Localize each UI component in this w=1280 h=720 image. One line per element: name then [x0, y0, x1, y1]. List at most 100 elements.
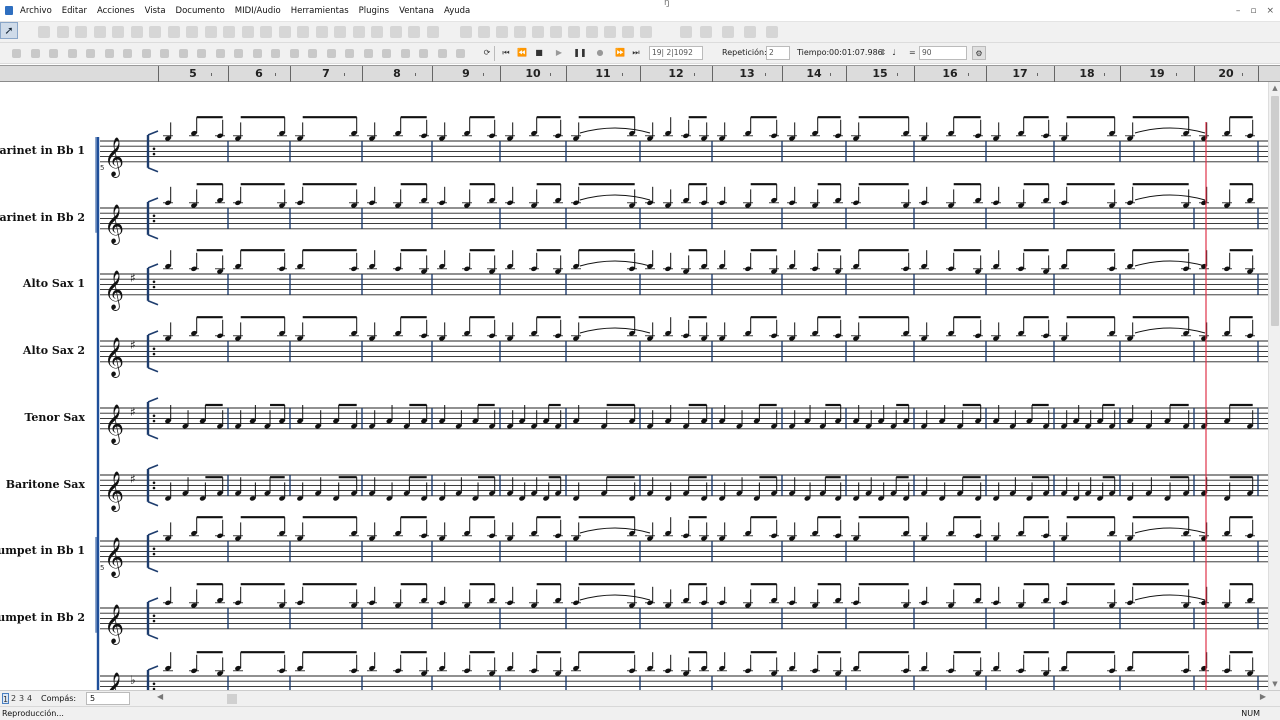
page-tab-1[interactable]: 1	[2, 693, 9, 704]
settings-gear-icon[interactable]: ⚙	[972, 46, 986, 60]
ruler-measure-number[interactable]: 16	[942, 67, 957, 80]
toolbar-tool-icon[interactable]	[105, 49, 114, 58]
position-field[interactable]: 19| 2|1092	[649, 46, 703, 60]
toolbar-tool-icon[interactable]	[131, 26, 143, 38]
scroll-down-icon[interactable]: ▼	[1271, 680, 1279, 688]
menu-midi-audio[interactable]: MIDI/Audio	[235, 0, 281, 23]
stop-icon[interactable]: ■	[532, 46, 546, 60]
toolbar-tool-icon[interactable]	[438, 49, 447, 58]
toolbar-tool-icon[interactable]	[427, 26, 439, 38]
toolbar-tool-icon[interactable]	[456, 49, 465, 58]
toolbar-tool-icon[interactable]	[550, 26, 562, 38]
page-tab-2[interactable]: 2	[10, 693, 17, 704]
toolbar-tool-icon[interactable]	[123, 49, 132, 58]
ruler-measure-number[interactable]: 6	[255, 67, 263, 80]
toolbar-tool-icon[interactable]	[260, 26, 272, 38]
ruler-measure-number[interactable]: 17	[1012, 67, 1027, 80]
menu-archivo[interactable]: Archivo	[20, 0, 52, 23]
go-end-icon[interactable]: ⏭	[629, 46, 643, 60]
ruler-measure-number[interactable]: 19	[1149, 67, 1164, 80]
rewind-icon[interactable]: ⏪	[515, 46, 529, 60]
toolbar-tool-icon[interactable]	[112, 26, 124, 38]
horizontal-scroll-thumb[interactable]	[227, 694, 237, 704]
play-icon[interactable]: ▶	[552, 46, 566, 60]
toolbar-tool-icon[interactable]	[640, 26, 652, 38]
go-start-icon[interactable]: ⏮	[499, 46, 513, 60]
toolbar-tool-icon[interactable]	[604, 26, 616, 38]
repeat-field[interactable]: 2	[766, 46, 790, 60]
toolbar-tool-icon[interactable]	[622, 26, 634, 38]
toolbar-tool-icon[interactable]	[316, 26, 328, 38]
instrument-label[interactable]: Trumpet in Bb 2	[0, 611, 85, 624]
menu-plugins[interactable]: Plugins	[359, 0, 389, 23]
toolbar-tool-icon[interactable]	[94, 26, 106, 38]
toolbar-tool-icon[interactable]	[722, 26, 734, 38]
scroll-left-icon[interactable]: ◀	[157, 692, 163, 701]
ruler-measure-number[interactable]: 7	[322, 67, 330, 80]
toolbar-tool-icon[interactable]	[242, 26, 254, 38]
toolbar-tool-icon[interactable]	[68, 49, 77, 58]
instrument-label[interactable]: Tenor Sax	[24, 411, 85, 424]
horizontal-scrollbar[interactable]: ◀ ▶	[155, 692, 1268, 705]
minimize-button[interactable]: –	[1236, 6, 1241, 16]
instrument-label[interactable]: Baritone Sax	[6, 478, 85, 491]
toolbar-tool-icon[interactable]	[75, 26, 87, 38]
toolbar-tool-icon[interactable]	[401, 49, 410, 58]
page-tab-3[interactable]: 3	[18, 693, 25, 704]
toolbar-tool-icon[interactable]	[142, 49, 151, 58]
toolbar-tool-icon[interactable]	[408, 26, 420, 38]
toolbar-tool-icon[interactable]	[327, 49, 336, 58]
toolbar-tool-icon[interactable]	[308, 49, 317, 58]
toolbar-tool-icon[interactable]	[460, 26, 472, 38]
toolbar-tool-icon[interactable]	[223, 26, 235, 38]
measure-field[interactable]: 5	[86, 692, 130, 705]
toolbar-tool-icon[interactable]	[568, 26, 580, 38]
toolbar-tool-icon[interactable]	[390, 26, 402, 38]
toolbar-tool-icon[interactable]	[271, 49, 280, 58]
ruler-measure-number[interactable]: 5	[189, 67, 197, 80]
menu-editar[interactable]: Editar	[62, 0, 87, 23]
page-tab-4[interactable]: 4	[26, 693, 33, 704]
bpm-field[interactable]: 90	[919, 46, 967, 60]
ruler-measure-number[interactable]: 20	[1218, 67, 1233, 80]
toolbar-tool-icon[interactable]	[364, 49, 373, 58]
instrument-label[interactable]: Clarinet in Bb 1	[0, 144, 85, 157]
toolbar-tool-icon[interactable]	[744, 26, 756, 38]
ruler-measure-number[interactable]: 15	[872, 67, 887, 80]
instrument-label[interactable]: Trumpet in Bb 1	[0, 544, 85, 557]
toolbar-tool-icon[interactable]	[345, 49, 354, 58]
ruler-measure-number[interactable]: 10	[525, 67, 540, 80]
toolbar-tool-icon[interactable]	[12, 49, 21, 58]
toolbar-tool-icon[interactable]	[700, 26, 712, 38]
toolbar-tool-icon[interactable]	[334, 26, 346, 38]
select-arrow-icon[interactable]: ➚	[0, 22, 18, 39]
toolbar-tool-icon[interactable]	[297, 26, 309, 38]
menu-ayuda[interactable]: Ayuda	[444, 0, 470, 23]
toolbar-tool-icon[interactable]	[234, 49, 243, 58]
close-button[interactable]: ×	[1266, 6, 1274, 16]
toolbar-tool-icon[interactable]	[38, 26, 50, 38]
instrument-label[interactable]: Alto Sax 2	[23, 344, 85, 357]
toolbar-tool-icon[interactable]	[57, 26, 69, 38]
toolbar-tool-icon[interactable]	[478, 26, 490, 38]
menu-herramientas[interactable]: Herramientas	[291, 0, 349, 23]
vertical-scrollbar[interactable]: ▲ ▼	[1268, 82, 1280, 690]
ruler-measure-number[interactable]: 13	[739, 67, 754, 80]
toolbar-tool-icon[interactable]	[49, 49, 58, 58]
menu-vista[interactable]: Vista	[145, 0, 166, 23]
ruler-measure-number[interactable]: 14	[806, 67, 821, 80]
score-area[interactable]: 𝄞 𝄞 𝄞 ♯ 𝄞 ♯ 𝄞 ♯ 𝄞 ♯ 𝄞 𝄞 𝄞 ♭ Clarinet in Bb 1 Clarinet …	[0, 82, 1268, 690]
toolbar-tool-icon[interactable]	[766, 26, 778, 38]
loop-icon[interactable]: ⟳	[480, 46, 494, 60]
vertical-scroll-thumb[interactable]	[1271, 96, 1279, 326]
app-icon[interactable]	[5, 6, 13, 15]
toolbar-tool-icon[interactable]	[586, 26, 598, 38]
scroll-up-icon[interactable]: ▲	[1271, 84, 1279, 92]
pause-icon[interactable]: ❚❚	[573, 46, 587, 60]
toolbar-tool-icon[interactable]	[216, 49, 225, 58]
toolbar-tool-icon[interactable]	[149, 26, 161, 38]
fast-forward-icon[interactable]: ⏩	[613, 46, 627, 60]
toolbar-tool-icon[interactable]	[86, 49, 95, 58]
time-stepper-icon[interactable]: ⇕	[878, 46, 888, 60]
ruler-measure-number[interactable]: 12	[668, 67, 683, 80]
